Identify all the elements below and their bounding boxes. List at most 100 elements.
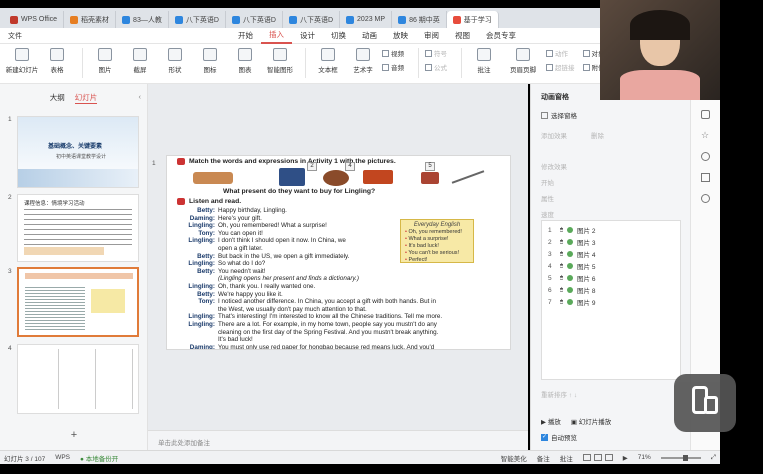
- formula-button[interactable]: 公式: [425, 62, 447, 72]
- slide-thumbnail-2[interactable]: 课程信息：情境学习活动: [17, 194, 139, 262]
- picture-food[interactable]: [193, 172, 233, 184]
- history-icon[interactable]: [701, 194, 710, 203]
- zoom-level[interactable]: 71%: [638, 454, 651, 461]
- animation-item[interactable]: 7 🖱 图片 9: [542, 296, 680, 308]
- slide-thumbnail-1[interactable]: 基础概念、关键要素 初中英语课堂教学设计: [17, 116, 139, 188]
- chart-button[interactable]: 图表: [229, 48, 261, 74]
- presenter-shirt: [620, 70, 700, 100]
- select-pane-link[interactable]: 选择窗格: [531, 106, 690, 124]
- reorder-control[interactable]: 重新排序 ↑ ↓: [541, 389, 577, 399]
- comment-button[interactable]: 批注: [468, 48, 500, 74]
- properties-icon[interactable]: [701, 110, 710, 119]
- slide-3[interactable]: Match the words and expressions in Activ…: [166, 155, 511, 350]
- menu-transitions[interactable]: 切换: [323, 28, 354, 44]
- play-slideshow-icon[interactable]: ▶: [623, 454, 628, 462]
- wordart-button[interactable]: 艺术字: [347, 48, 379, 74]
- tab-doc-6[interactable]: 八下英语D: [283, 11, 341, 28]
- collapse-chevron-icon[interactable]: ‹: [139, 92, 142, 101]
- tab-slides[interactable]: 幻灯片: [74, 92, 98, 104]
- mouse-click-icon: 🖱: [560, 287, 564, 293]
- speaker-name: Lingling:: [188, 260, 215, 268]
- speaker-name: Tony:: [198, 298, 215, 306]
- phone-mirror-button[interactable]: [674, 374, 736, 432]
- tab-outline[interactable]: 大纲: [50, 92, 65, 104]
- audio-button[interactable]: 音频: [382, 62, 404, 72]
- tab-doc-8[interactable]: 86 期中英: [392, 11, 447, 28]
- action-button[interactable]: 动作: [546, 48, 575, 58]
- animation-item[interactable]: 1 🖱 图片 2: [542, 224, 680, 236]
- picture-book[interactable]: [421, 172, 439, 184]
- icon-button[interactable]: 图标: [194, 48, 226, 74]
- picture-red-envelope[interactable]: [363, 170, 393, 184]
- symbol-group: 符号 公式: [425, 48, 447, 72]
- slideshow-play-button[interactable]: ▣ 幻灯片播放: [571, 416, 611, 426]
- object-icon: [582, 49, 590, 57]
- symbol-button[interactable]: 符号: [425, 48, 447, 58]
- menu-design[interactable]: 设计: [292, 28, 323, 44]
- file-menu[interactable]: 文件: [0, 31, 30, 41]
- template-icon[interactable]: [701, 173, 710, 182]
- autopreview-checkbox[interactable]: ✓ 自动预览: [541, 432, 577, 442]
- backup-status[interactable]: ● 本地备份开: [80, 453, 118, 463]
- comment-bubble-icon[interactable]: [701, 152, 710, 161]
- picture-button[interactable]: 图片: [89, 48, 121, 74]
- thumb-row: [25, 273, 133, 279]
- comments-toggle[interactable]: 批注: [560, 453, 573, 463]
- smartart-button[interactable]: 智能图形: [264, 48, 296, 74]
- animation-order: 5: [548, 274, 552, 282]
- animation-item[interactable]: 6 🖱 图片 8: [542, 284, 680, 296]
- textbox-button[interactable]: 文本框: [312, 48, 344, 74]
- star-icon[interactable]: ☆: [701, 131, 710, 140]
- dialogue-text-line: It's bad luck!: [218, 336, 253, 344]
- screenshot-button[interactable]: 截屏: [124, 48, 156, 74]
- grid-view-icon[interactable]: [593, 454, 602, 461]
- tab-doc-5[interactable]: 八下英语D: [226, 11, 283, 28]
- tab-doc-active[interactable]: 基于学习: [446, 11, 499, 28]
- smart-beautify-button[interactable]: 智能美化: [501, 453, 527, 463]
- tab-doc-7[interactable]: 2023 MP: [340, 11, 393, 28]
- notes-toggle[interactable]: 备注: [537, 453, 550, 463]
- menu-member[interactable]: 会员专享: [478, 28, 524, 44]
- dialogue-text-line: That's interesting! I'm interested to kn…: [218, 313, 443, 321]
- fit-window-icon[interactable]: ⤢: [711, 454, 716, 462]
- menu-home[interactable]: 开始: [230, 28, 261, 44]
- animation-item[interactable]: 2 🖱 图片 3: [542, 236, 680, 248]
- tab-doc-3[interactable]: 83—人教: [116, 11, 169, 28]
- mouse-click-icon: 🖱: [560, 299, 564, 305]
- add-slide-button[interactable]: +: [0, 429, 148, 441]
- picture-pen[interactable]: [451, 170, 485, 184]
- tab-docer[interactable]: 稻壳素材: [64, 11, 117, 28]
- menu-insert[interactable]: 插入: [261, 28, 292, 44]
- menu-view[interactable]: 视图: [447, 28, 478, 44]
- video-button[interactable]: 视频: [382, 48, 404, 58]
- new-slide-button[interactable]: 新建幻灯片: [6, 48, 38, 74]
- menu-review[interactable]: 审阅: [416, 28, 447, 44]
- animation-item[interactable]: 4 🖱 图片 5: [542, 260, 680, 272]
- menu-slideshow[interactable]: 放映: [385, 28, 416, 44]
- hyperlink-button[interactable]: 超链接: [546, 62, 575, 72]
- table-button[interactable]: 表格: [41, 48, 73, 74]
- animation-item[interactable]: 5 🖱 图片 6: [542, 272, 680, 284]
- slide-thumbnail-4[interactable]: [17, 344, 139, 414]
- tab-wps-office[interactable]: WPS Office: [4, 11, 65, 28]
- delete-effect-button[interactable]: 删除: [591, 130, 604, 140]
- header-footer-icon: [516, 48, 530, 61]
- menu-animation[interactable]: 动画: [354, 28, 385, 44]
- header-footer-button[interactable]: 页眉页脚: [503, 48, 543, 74]
- shape-button[interactable]: 形状: [159, 48, 191, 74]
- slide-thumbnail-3-selected[interactable]: [17, 267, 139, 337]
- notes-area[interactable]: 单击此处添加备注: [148, 430, 528, 450]
- normal-view-icon[interactable]: [582, 454, 591, 461]
- reading-view-icon[interactable]: [604, 454, 613, 461]
- picture-bear[interactable]: [323, 170, 349, 186]
- animation-item[interactable]: 3 🖱 图片 4: [542, 248, 680, 260]
- picture-dictionary[interactable]: [279, 168, 305, 186]
- zoom-slider[interactable]: [660, 454, 701, 461]
- dialogue-text-line: Here's your gift.: [218, 214, 262, 222]
- tab-doc-4[interactable]: 八下英语D: [169, 11, 226, 28]
- add-effect-button[interactable]: 添加效果: [541, 130, 567, 140]
- speaker-name: Lingling:: [188, 222, 215, 230]
- zoom-slider-thumb[interactable]: [682, 454, 688, 461]
- play-button[interactable]: ▶ 播放: [541, 416, 561, 426]
- animation-target-label: 图片 2: [577, 228, 596, 235]
